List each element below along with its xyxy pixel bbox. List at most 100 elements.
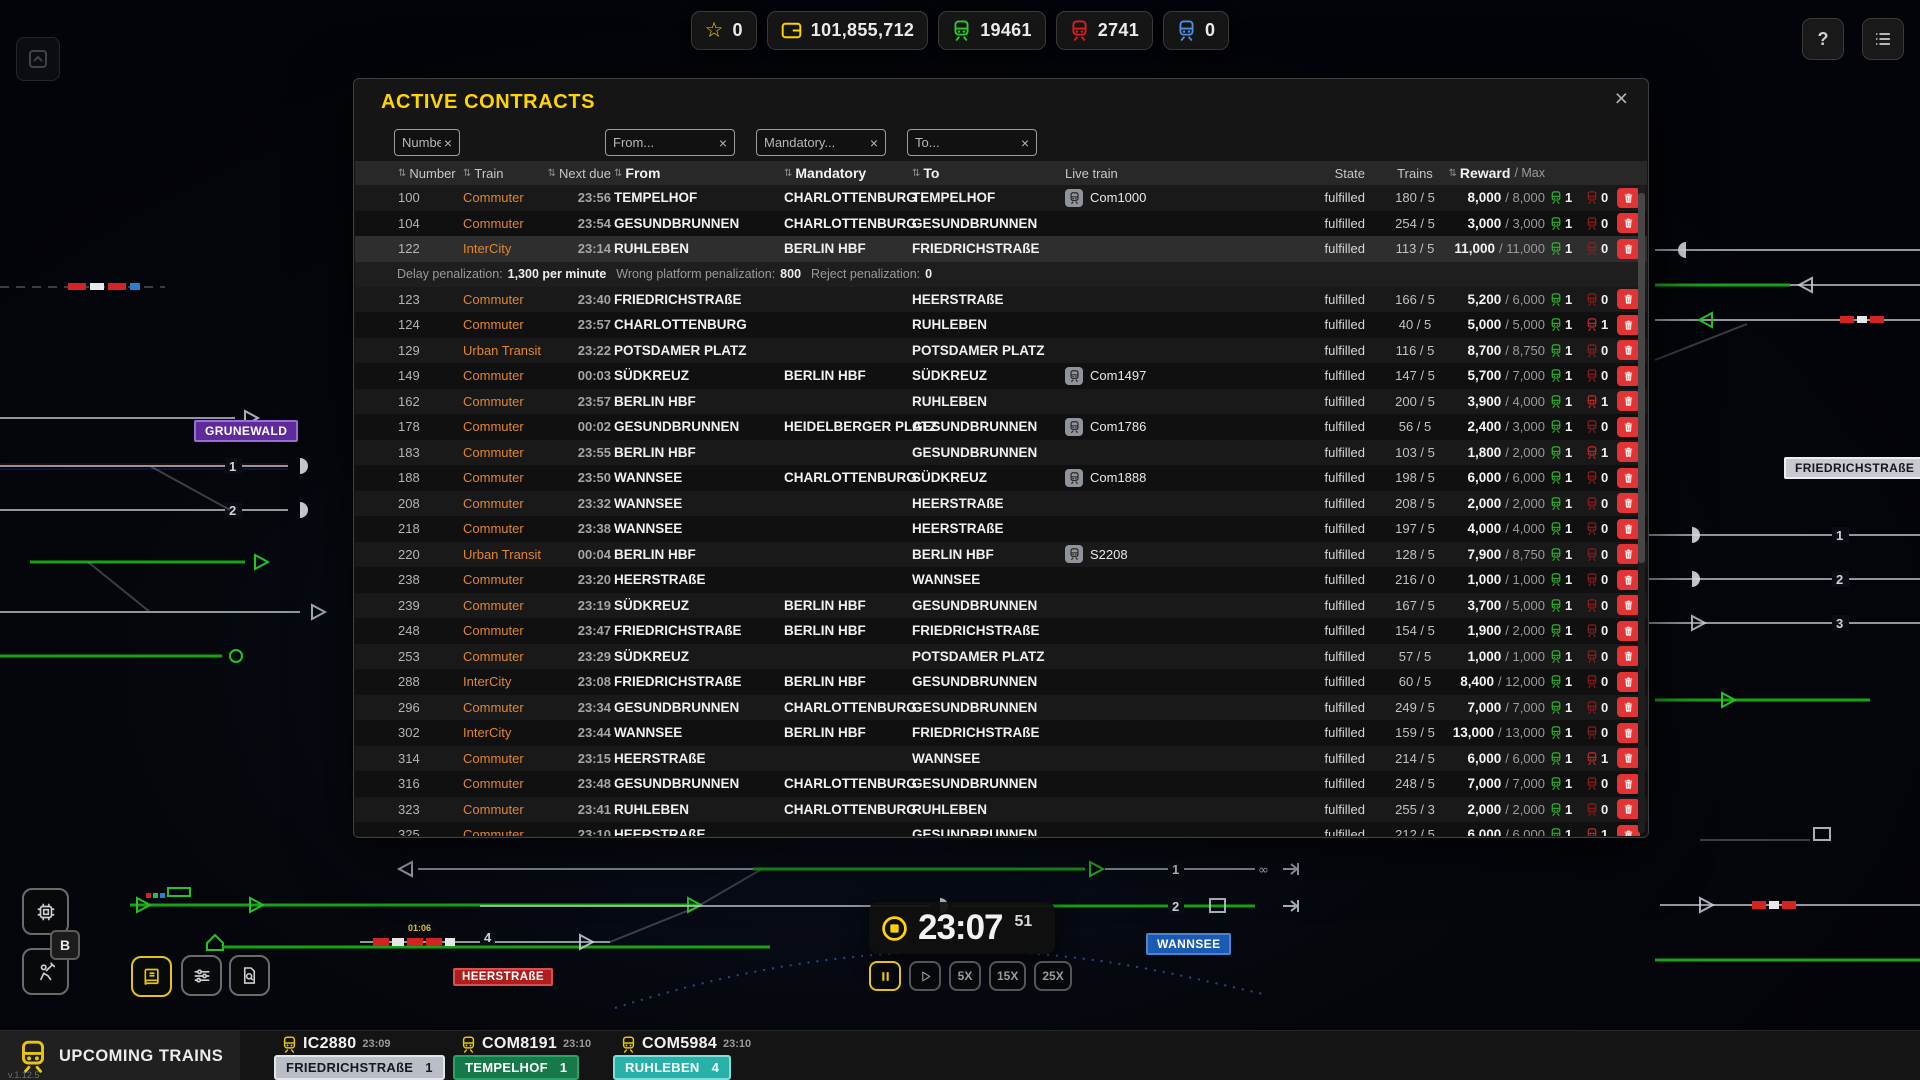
col-header-train[interactable]: ⇅Train <box>463 166 533 181</box>
delete-contract-button[interactable] <box>1617 544 1640 564</box>
delete-contract-button[interactable] <box>1617 239 1640 259</box>
delete-contract-button[interactable] <box>1617 672 1640 692</box>
delete-contract-button[interactable] <box>1617 595 1640 615</box>
contract-reward: 1,000/ 1,000 <box>1465 649 1545 664</box>
station-label-wannsee[interactable]: WANNSEE <box>1146 933 1231 955</box>
contract-row[interactable]: 296 Commuter 23:34 GESUNDBRUNNEN CHARLOT… <box>355 695 1647 721</box>
contract-row[interactable]: 149 Commuter 00:03 SÜDKREUZ BERLIN HBF S… <box>355 363 1647 389</box>
delete-contract-button[interactable] <box>1617 621 1640 641</box>
station-label-friedrichstrasse[interactable]: FRIEDRICHSTRAßE <box>1784 457 1920 479</box>
delete-contract-button[interactable] <box>1617 646 1640 666</box>
contract-row[interactable]: 129 Urban Transit 23:22 POTSDAMER PLATZ … <box>355 338 1647 364</box>
stat-score[interactable]: ☆ 0 <box>691 11 757 50</box>
upcoming-train-entry[interactable]: IC2880 23:09 FRIEDRICHSTRAßE 1 <box>274 1034 445 1080</box>
filter-clear-icon[interactable]: × <box>719 136 727 150</box>
contract-row[interactable]: 104 Commuter 23:54 GESUNDBRUNNEN CHARLOT… <box>355 211 1647 237</box>
contract-row[interactable]: 183 Commuter 23:55 BERLIN HBF GESUNDBRUN… <box>355 440 1647 466</box>
delete-contract-button[interactable] <box>1617 468 1640 488</box>
filter-clear-icon[interactable]: × <box>1021 136 1029 150</box>
contract-row[interactable]: 178 Commuter 00:02 GESUNDBRUNNEN HEIDELB… <box>355 414 1647 440</box>
delete-contract-button[interactable] <box>1617 825 1640 836</box>
delete-contract-button[interactable] <box>1617 213 1640 233</box>
to-filter-input[interactable] <box>915 135 1018 150</box>
contract-row[interactable]: 323 Commuter 23:41 RUHLEBEN CHARLOTTENBU… <box>355 797 1647 823</box>
contract-row[interactable]: 122 InterCity 23:14 RUHLEBEN BERLIN HBF … <box>355 236 1647 262</box>
stat-trains-waiting[interactable]: 0 <box>1163 11 1229 50</box>
col-header-to[interactable]: ⇅To <box>909 165 1055 181</box>
stat-trains-failed[interactable]: 2741 <box>1056 11 1153 50</box>
col-header-next-due[interactable]: ⇅Next due <box>533 166 611 181</box>
app-button[interactable] <box>16 37 60 81</box>
search-document-button[interactable] <box>229 955 270 996</box>
delete-contract-button[interactable] <box>1617 289 1640 309</box>
menu-button[interactable] <box>1862 18 1904 60</box>
contract-fail-count: 1 <box>1581 827 1617 836</box>
stat-trains-completed[interactable]: 19461 <box>938 11 1046 50</box>
col-header-from[interactable]: ⇅From <box>611 165 781 181</box>
mandatory-filter-input[interactable] <box>764 135 867 150</box>
contract-row[interactable]: 253 Commuter 23:29 SÜDKREUZ POTSDAMER PL… <box>355 644 1647 670</box>
col-header-reward[interactable]: ⇅Reward/ Max <box>1465 165 1545 181</box>
contract-row[interactable]: 288 InterCity 23:08 FRIEDRICHSTRAßE BERL… <box>355 669 1647 695</box>
delete-contract-button[interactable] <box>1617 417 1640 437</box>
delete-contract-button[interactable] <box>1617 391 1640 411</box>
contract-row[interactable]: 239 Commuter 23:19 SÜDKREUZ BERLIN HBF G… <box>355 593 1647 619</box>
speed-5x-button[interactable]: 5X <box>949 961 981 991</box>
contracts-button[interactable] <box>131 956 172 997</box>
station-label-grunewald[interactable]: GRUNEWALD <box>194 420 298 442</box>
delete-contract-button[interactable] <box>1617 799 1640 819</box>
delete-contract-button[interactable] <box>1617 188 1640 208</box>
speed-15x-button[interactable]: 15X <box>989 961 1026 991</box>
contract-row[interactable]: 218 Commuter 23:38 WANNSEE HEERSTRAßE fu… <box>355 516 1647 542</box>
speed-25x-button[interactable]: 25X <box>1034 961 1071 991</box>
contract-row[interactable]: 302 InterCity 23:44 WANNSEE BERLIN HBF F… <box>355 720 1647 746</box>
contract-fail-count: 0 <box>1581 241 1617 256</box>
from-filter-input[interactable] <box>613 135 716 150</box>
delete-contract-button[interactable] <box>1617 723 1640 743</box>
contract-row[interactable]: 314 Commuter 23:15 HEERSTRAßE WANNSEE fu… <box>355 746 1647 772</box>
delete-contract-button[interactable] <box>1617 493 1640 513</box>
delete-contract-button[interactable] <box>1617 570 1640 590</box>
delete-contract-button[interactable] <box>1617 519 1640 539</box>
contract-row[interactable]: 162 Commuter 23:57 BERLIN HBF RUHLEBEN f… <box>355 389 1647 415</box>
delete-contract-button[interactable] <box>1617 748 1640 768</box>
contract-row[interactable]: 208 Commuter 23:32 WANNSEE HEERSTRAßE fu… <box>355 491 1647 517</box>
contract-fail-count: 0 <box>1581 216 1617 231</box>
station-label-heerstrasse[interactable]: HEERSTRAßE <box>453 968 553 986</box>
contract-to: POTSDAMER PLATZ <box>909 649 1055 664</box>
contract-row[interactable]: 316 Commuter 23:48 GESUNDBRUNNEN CHARLOT… <box>355 771 1647 797</box>
settings-sliders-button[interactable] <box>181 955 222 996</box>
automation-button[interactable] <box>22 888 69 935</box>
delete-contract-button[interactable] <box>1617 315 1640 335</box>
upcoming-train-entry[interactable]: COM5984 23:10 RUHLEBEN 4 <box>613 1034 751 1080</box>
delete-contract-button[interactable] <box>1617 340 1640 360</box>
contract-to: POTSDAMER PLATZ <box>909 343 1055 358</box>
delete-contract-button[interactable] <box>1617 442 1640 462</box>
contract-row[interactable]: 124 Commuter 23:57 CHARLOTTENBURG RUHLEB… <box>355 312 1647 338</box>
col-header-mandatory[interactable]: ⇅Mandatory <box>781 165 909 181</box>
contract-row[interactable]: 238 Commuter 23:20 HEERSTRAßE WANNSEE fu… <box>355 567 1647 593</box>
close-icon[interactable]: × <box>1609 83 1634 114</box>
play-button[interactable] <box>909 961 941 991</box>
delete-contract-button[interactable] <box>1617 697 1640 717</box>
contract-row[interactable]: 325 Commuter 23:10 HEERSTRAßE GESUNDBRUN… <box>355 822 1647 836</box>
upcoming-train-entry[interactable]: COM8191 23:10 TEMPELHOF 1 <box>453 1034 591 1080</box>
contract-row[interactable]: 220 Urban Transit 00:04 BERLIN HBF BERLI… <box>355 542 1647 568</box>
scrollbar-thumb[interactable] <box>1638 193 1645 563</box>
contract-row[interactable]: 188 Commuter 23:50 WANNSEE CHARLOTTENBUR… <box>355 465 1647 491</box>
filter-clear-icon[interactable]: × <box>444 136 452 150</box>
filter-clear-icon[interactable]: × <box>870 136 878 150</box>
delete-contract-button[interactable] <box>1617 366 1640 386</box>
contract-trains-count: 159 / 5 <box>1365 725 1465 740</box>
contract-row[interactable]: 100 Commuter 23:56 TEMPELHOF CHARLOTTENB… <box>355 185 1647 211</box>
col-header-number[interactable]: ⇅Number <box>395 166 463 181</box>
pause-button[interactable] <box>869 961 901 991</box>
contract-row[interactable]: 123 Commuter 23:40 FRIEDRICHSTRAßE HEERS… <box>355 287 1647 313</box>
contract-number: 218 <box>395 521 463 536</box>
delete-contract-button[interactable] <box>1617 774 1640 794</box>
contract-row[interactable]: 248 Commuter 23:47 FRIEDRICHSTRAßE BERLI… <box>355 618 1647 644</box>
help-button[interactable]: ? <box>1802 18 1844 60</box>
number-filter-input[interactable] <box>402 135 441 150</box>
contract-next-due: 23:10 <box>533 827 611 836</box>
stat-money[interactable]: 101,855,712 <box>767 11 928 50</box>
